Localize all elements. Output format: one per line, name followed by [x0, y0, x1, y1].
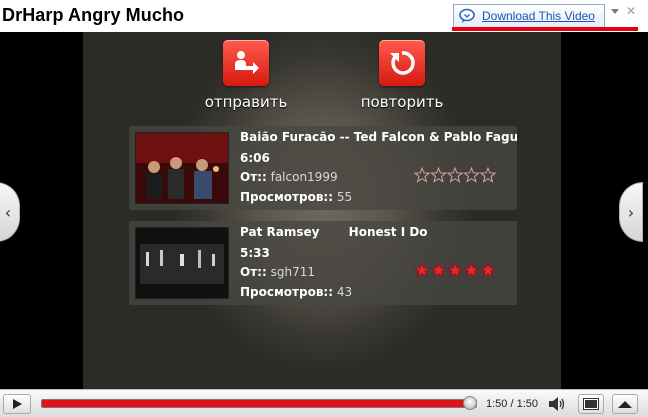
- screen-size-icon: [583, 398, 599, 410]
- star-filled-icon: [479, 262, 496, 278]
- player-size-button[interactable]: [578, 394, 604, 414]
- end-screen-overlay: [83, 32, 561, 389]
- from-label: От::: [240, 265, 267, 279]
- replay-action[interactable]: повторить: [347, 40, 457, 111]
- replay-icon: [390, 51, 415, 75]
- related-video-title[interactable]: Baião Furacão -- Ted Falcon & Pablo Fagu…: [240, 130, 517, 144]
- download-video-button[interactable]: Download This Video: [453, 4, 605, 28]
- replay-button[interactable]: [379, 40, 425, 86]
- seek-progress: [42, 400, 476, 407]
- star-filled-icon: [414, 262, 431, 278]
- views-count: 55: [336, 190, 353, 204]
- share-button[interactable]: [223, 40, 269, 86]
- author-name[interactable]: falcon1999: [271, 170, 338, 184]
- page: DrHarp Angry Mucho Download This Video ✕…: [0, 0, 648, 417]
- video-player[interactable]: отправить повторить Baião Furacão -- Ted…: [0, 32, 648, 389]
- seek-bar[interactable]: [41, 399, 477, 408]
- chevron-left-icon: ‹: [4, 202, 12, 222]
- author-name[interactable]: sgh711: [271, 265, 315, 279]
- volume-icon[interactable]: [548, 396, 566, 412]
- share-icon: [235, 51, 259, 74]
- from-label: От::: [240, 170, 267, 184]
- star-empty-icon: [446, 167, 464, 183]
- rating-stars: [414, 262, 496, 278]
- star-empty-icon: [463, 167, 480, 183]
- related-video-title[interactable]: Pat Ramsey Honest I Do: [240, 225, 428, 239]
- time-display: 1:50 / 1:50: [486, 398, 538, 410]
- thumbnail-image: [136, 133, 228, 203]
- rating-stars: [414, 167, 496, 183]
- star-empty-icon: [414, 167, 431, 183]
- previous-arrow-button[interactable]: ‹: [0, 182, 20, 242]
- related-video-views: Просмотров:: 55: [240, 190, 352, 204]
- views-label: Просмотров::: [240, 190, 334, 204]
- play-icon: [13, 399, 22, 409]
- video-thumbnail[interactable]: [135, 227, 229, 299]
- thumbnail-image: [136, 228, 228, 298]
- star-empty-icon: [479, 167, 496, 183]
- play-button[interactable]: [3, 394, 31, 414]
- star-empty-icon: [430, 167, 447, 183]
- seek-handle[interactable]: [463, 396, 477, 410]
- related-video-duration: 5:33: [240, 246, 270, 260]
- chat-bubble-icon: [459, 8, 475, 23]
- download-underline: [452, 27, 638, 31]
- chevron-right-icon: ›: [627, 202, 635, 222]
- star-filled-icon: [446, 262, 464, 278]
- replay-label[interactable]: повторить: [347, 93, 457, 111]
- related-video-views: Просмотров:: 43: [240, 285, 352, 299]
- views-count: 43: [336, 285, 353, 299]
- share-label[interactable]: отправить: [191, 93, 301, 111]
- related-video-author: От:: falcon1999: [240, 170, 338, 184]
- fullscreen-icon: [618, 401, 632, 408]
- video-thumbnail[interactable]: [135, 132, 229, 204]
- related-video-duration: 6:06: [240, 151, 270, 165]
- player-controls: 1:50 / 1:50: [0, 389, 648, 417]
- star-filled-icon: [430, 262, 447, 278]
- next-arrow-button[interactable]: ›: [619, 182, 643, 242]
- download-video-link[interactable]: Download This Video: [482, 9, 595, 23]
- views-label: Просмотров::: [240, 285, 334, 299]
- page-title: DrHarp Angry Mucho: [2, 5, 185, 25]
- close-icon[interactable]: ✕: [624, 4, 638, 18]
- related-video-card[interactable]: Pat Ramsey Honest I Do 5:33 От:: sgh711 …: [129, 221, 517, 305]
- share-action[interactable]: отправить: [191, 40, 301, 111]
- related-video-author: От:: sgh711: [240, 265, 315, 279]
- fullscreen-button[interactable]: [612, 394, 638, 414]
- chevron-down-icon[interactable]: [610, 6, 620, 16]
- related-video-card[interactable]: Baião Furacão -- Ted Falcon & Pablo Fagu…: [129, 126, 517, 210]
- star-filled-icon: [463, 262, 480, 278]
